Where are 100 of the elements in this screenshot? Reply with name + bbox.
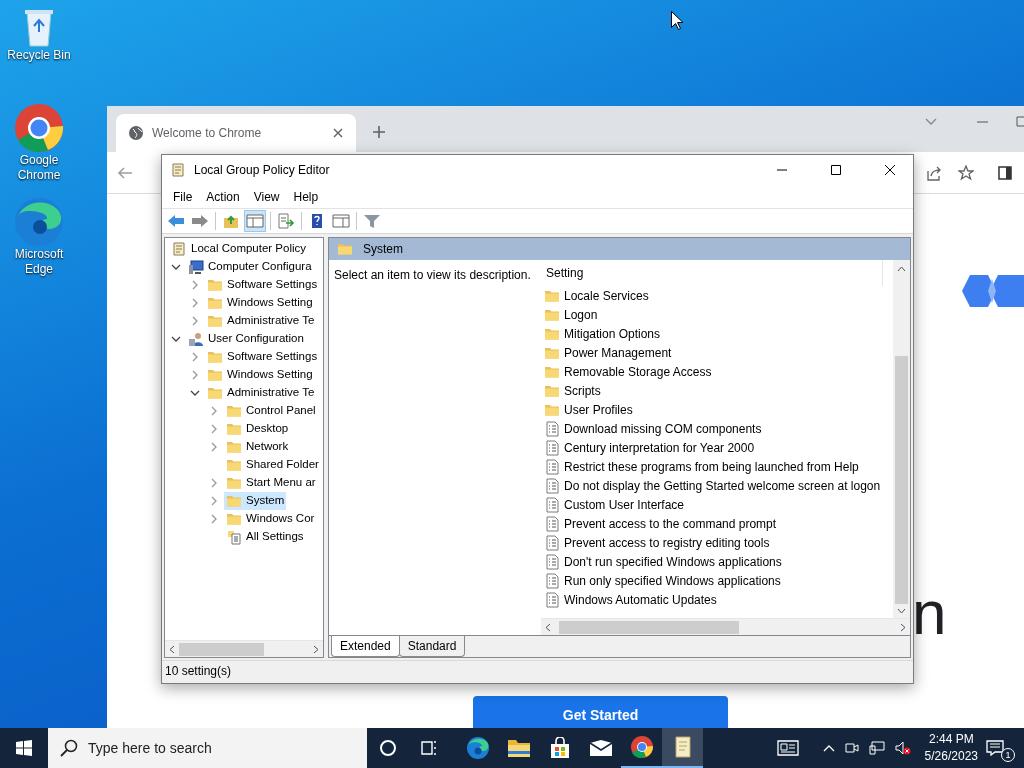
chevron-down-icon[interactable]	[925, 118, 937, 126]
tree-item[interactable]: User Configuration	[186, 330, 306, 348]
star-icon[interactable]	[958, 164, 974, 181]
folder-icon	[226, 439, 242, 455]
scroll-left-icon[interactable]	[545, 622, 551, 632]
tree-item[interactable]: System	[224, 492, 287, 510]
back-arrow-icon[interactable]	[117, 165, 133, 180]
folder-icon	[226, 421, 242, 437]
setting-row[interactable]: Restrict these programs from being launched from Help	[541, 457, 893, 476]
news-icon[interactable]	[776, 740, 799, 756]
scroll-icon[interactable]	[672, 735, 693, 759]
setting-row[interactable]: Century interpretation for Year 2000	[541, 438, 893, 457]
mail-icon[interactable]	[588, 739, 613, 757]
scroll-icon	[171, 241, 187, 257]
side-panel-icon[interactable]	[998, 165, 1012, 180]
policy-icon	[544, 420, 560, 437]
search-field[interactable]: Type here to search	[48, 728, 367, 768]
tree-item[interactable]: Local Computer Policy	[169, 240, 309, 258]
folder-icon	[207, 349, 223, 365]
setting-row[interactable]: Custom User Interface	[541, 495, 893, 514]
scroll-left-icon[interactable]	[169, 644, 175, 654]
tree-item[interactable]: All Settings	[224, 528, 306, 546]
tree-item[interactable]: Control Panel	[224, 402, 318, 420]
setting-row[interactable]: Locale Services	[541, 286, 893, 305]
description-text: Select an item to view its description.	[334, 267, 532, 284]
setting-row[interactable]: User Profiles	[541, 400, 893, 419]
menu-item[interactable]: Help	[286, 187, 326, 206]
setting-row[interactable]: Do not display the Getting Started welcome screen at logon	[541, 476, 893, 495]
windows-start-icon[interactable]	[16, 740, 32, 756]
tree-item[interactable]: Network	[224, 438, 291, 456]
scrollbar-thumb[interactable]	[895, 356, 908, 604]
notification-icon[interactable]	[986, 740, 1004, 756]
browser-tab[interactable]: Welcome to Chrome	[116, 114, 356, 152]
policy-icon	[544, 553, 560, 570]
cortana-icon[interactable]	[378, 739, 397, 757]
tree-item[interactable]: Windows Setting	[205, 294, 315, 312]
scroll-right-icon[interactable]	[313, 644, 319, 654]
tree-item[interactable]: Software Settings	[205, 348, 320, 366]
export-list-icon	[277, 213, 295, 229]
folder-icon	[226, 475, 242, 491]
tree-item[interactable]: Windows Cor	[224, 510, 317, 528]
setting-row[interactable]: Mitigation Options	[541, 324, 893, 343]
users-icon	[188, 331, 204, 347]
get-started-button[interactable]: Get Started	[473, 696, 728, 728]
folder-icon	[207, 313, 223, 329]
chrome-logo-icon[interactable]	[629, 735, 654, 759]
task-view-icon[interactable]	[419, 739, 438, 757]
setting-row[interactable]: Don't run specified Windows applications	[541, 552, 893, 571]
setting-row[interactable]: Power Management	[541, 343, 893, 362]
folder-icon[interactable]	[506, 737, 531, 759]
setting-row[interactable]: Download missing COM components	[541, 419, 893, 438]
shopping-bag-icon[interactable]	[548, 737, 571, 759]
setting-row[interactable]: Logon	[541, 305, 893, 324]
show-tree-button[interactable]	[244, 210, 266, 232]
setting-row[interactable]: Run only specified Windows applications	[541, 571, 893, 590]
setting-row[interactable]: Prevent access to registry editing tools	[541, 533, 893, 552]
tree-item[interactable]: Windows Setting	[205, 366, 315, 384]
folder-icon	[207, 295, 223, 311]
view-tab[interactable]: Standard	[398, 636, 466, 657]
tab-title: Welcome to Chrome	[152, 125, 263, 142]
meeting-icon[interactable]	[844, 741, 859, 755]
up-folder-icon	[222, 213, 240, 229]
tree-item[interactable]: Shared Folder	[224, 456, 321, 474]
scroll-right-icon[interactable]	[900, 622, 906, 632]
tree-item[interactable]: Start Menu ar	[224, 474, 318, 492]
chevron-up-icon[interactable]	[822, 744, 835, 752]
menu-item[interactable]: File	[166, 187, 200, 206]
scrollbar-thumb[interactable]	[559, 620, 739, 634]
computer-icon	[188, 259, 204, 275]
menu-item[interactable]: View	[246, 187, 287, 206]
globe-icon	[128, 125, 144, 141]
network-icon[interactable]	[868, 741, 885, 755]
share-icon[interactable]	[926, 164, 942, 181]
tree-item[interactable]: Desktop	[224, 420, 291, 438]
tree-item[interactable]: Computer Configura	[186, 258, 314, 276]
setting-row[interactable]: Scripts	[541, 381, 893, 400]
tree-item[interactable]: Administrative Te	[205, 384, 317, 402]
scroll-up-icon[interactable]	[897, 266, 906, 272]
icon-label[interactable]: Microsoft Edge	[7, 247, 71, 277]
policy-icon	[544, 458, 560, 475]
policy-icon	[544, 534, 560, 551]
close-icon[interactable]	[332, 127, 344, 139]
setting-row[interactable]: Windows Automatic Updates	[541, 590, 893, 609]
view-tab[interactable]: Extended	[331, 636, 400, 657]
new-tab-icon[interactable]	[372, 125, 386, 139]
export-list-button[interactable]	[275, 210, 297, 232]
setting-row[interactable]: Removable Storage Access	[541, 362, 893, 381]
tree-item[interactable]: Administrative Te	[205, 312, 317, 330]
clock[interactable]: 2:44 PM 5/26/2023	[924, 731, 978, 765]
folder-icon	[226, 511, 242, 527]
setting-row[interactable]: Prevent access to the command prompt	[541, 514, 893, 533]
folder-icon	[226, 403, 242, 419]
column-header[interactable]: Setting	[546, 264, 584, 282]
menu-item[interactable]: Action	[199, 187, 247, 206]
volume-muted-icon[interactable]	[894, 741, 911, 755]
edge-logo-icon[interactable]	[465, 736, 490, 760]
scrollbar-thumb[interactable]	[179, 642, 264, 656]
policy-icon	[544, 515, 560, 532]
tree-item[interactable]: Software Settings	[205, 276, 320, 294]
scroll-down-icon[interactable]	[897, 608, 906, 614]
